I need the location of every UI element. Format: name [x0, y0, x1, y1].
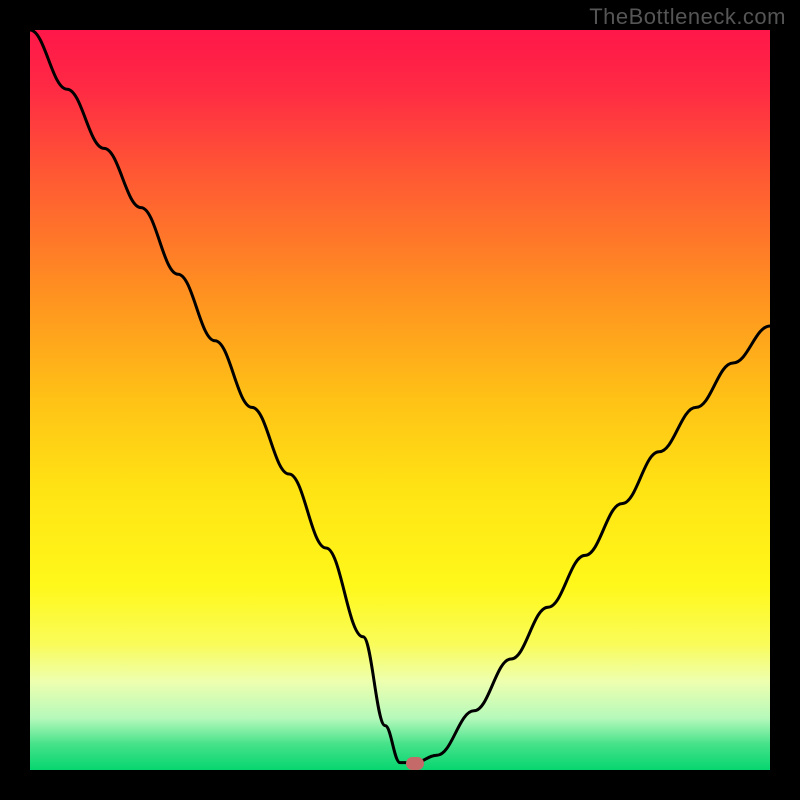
watermark-text: TheBottleneck.com: [589, 4, 786, 30]
plot-svg: [30, 30, 770, 770]
plot-area: [30, 30, 770, 770]
optimum-marker: [406, 757, 424, 770]
gradient-rect: [30, 30, 770, 770]
chart-frame: TheBottleneck.com: [0, 0, 800, 800]
